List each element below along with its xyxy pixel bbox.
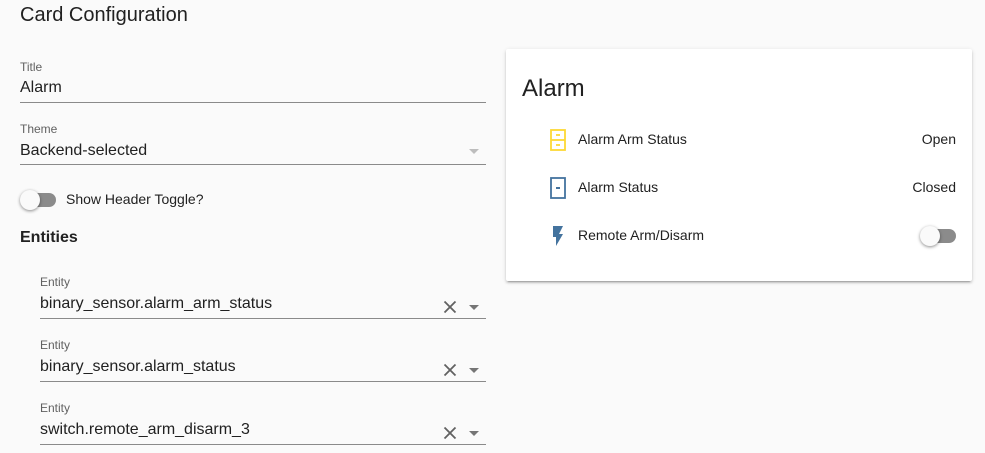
entity-picker[interactable]: Entity binary_sensor.alarm_status <box>40 338 486 382</box>
show-header-toggle[interactable] <box>20 190 56 210</box>
dropdown-arrow-icon[interactable] <box>469 149 479 154</box>
entity-row[interactable]: Alarm Arm Status Open <box>522 120 956 160</box>
clear-icon[interactable] <box>443 300 457 314</box>
entity-row-state: Open <box>921 131 956 147</box>
dropdown-arrow-icon[interactable] <box>469 305 479 310</box>
entity-row[interactable]: Alarm Status Closed <box>522 168 956 208</box>
entity-row-state: Closed <box>912 179 956 195</box>
title-field[interactable]: Title Alarm <box>20 60 486 103</box>
card-title: Alarm <box>522 75 585 102</box>
entities-card-preview: Alarm Alarm Arm Status Open Alarm Status… <box>506 49 972 281</box>
door-closed-icon <box>550 177 566 199</box>
entity-row-name: Alarm Arm Status <box>578 131 687 147</box>
entity-picker-label: Entity <box>40 401 71 415</box>
dropdown-arrow-icon[interactable] <box>469 431 479 436</box>
entity-picker-value: binary_sensor.alarm_arm_status <box>40 295 273 312</box>
toggle-thumb <box>920 226 940 246</box>
dropdown-arrow-icon[interactable] <box>469 368 479 373</box>
title-field-label: Title <box>20 60 43 74</box>
entities-heading: Entities <box>20 229 78 246</box>
show-header-toggle-label: Show Header Toggle? <box>66 191 204 207</box>
theme-select-label: Theme <box>20 122 58 136</box>
theme-select-value: Backend-selected <box>20 142 148 159</box>
entity-picker[interactable]: Entity binary_sensor.alarm_arm_status <box>40 275 486 319</box>
toggle-thumb <box>20 190 40 210</box>
entity-picker-value: switch.remote_arm_disarm_3 <box>40 421 250 438</box>
clear-icon[interactable] <box>443 363 457 377</box>
page-title: Card Configuration <box>20 4 188 26</box>
entity-row[interactable]: Remote Arm/Disarm <box>522 216 956 256</box>
entity-row-name: Remote Arm/Disarm <box>578 227 705 243</box>
door-open-icon <box>550 129 566 151</box>
clear-icon[interactable] <box>443 426 457 440</box>
entity-picker-label: Entity <box>40 338 71 352</box>
remote-arm-disarm-toggle[interactable] <box>920 226 956 246</box>
title-field-value: Alarm <box>20 79 62 96</box>
theme-select[interactable]: Theme Backend-selected <box>20 122 486 165</box>
entity-picker[interactable]: Entity switch.remote_arm_disarm_3 <box>40 401 486 445</box>
entity-picker-value: binary_sensor.alarm_status <box>40 358 236 375</box>
entity-row-name: Alarm Status <box>578 179 659 195</box>
entity-picker-label: Entity <box>40 275 71 289</box>
flash-icon <box>553 226 563 246</box>
